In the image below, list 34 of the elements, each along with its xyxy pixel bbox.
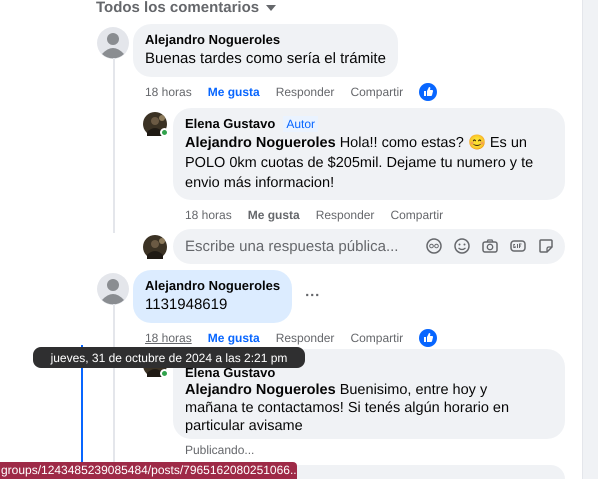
share-link[interactable]: Compartir xyxy=(390,206,444,224)
reply-field[interactable]: Escribe una respuesta pública... xyxy=(173,229,565,264)
reply-text: Alejandro Nogueroles Hola!! como estas? 😊 Es un POLO 0km cuotas de $205mil. Dejame tu numero y te envio más informacion! xyxy=(185,134,534,193)
author-name[interactable]: Alejandro Nogueroles xyxy=(145,277,280,294)
tooltip: jueves, 31 de octubre de 2024 a las 2:21 pm xyxy=(33,347,305,368)
reply-link[interactable]: Responder xyxy=(316,206,374,224)
timestamp-link[interactable]: 18 horas xyxy=(145,83,192,101)
reply-field[interactable] xyxy=(297,465,565,479)
author-name[interactable]: Alejandro Nogueroles xyxy=(145,31,386,48)
like-link[interactable]: Me gusta xyxy=(208,329,260,347)
share-link[interactable]: Compartir xyxy=(350,329,404,347)
like-link[interactable]: Me gusta xyxy=(248,206,300,224)
timestamp-link[interactable]: 18 horas xyxy=(145,329,192,347)
avatar[interactable] xyxy=(143,235,167,259)
like-link[interactable]: Me gusta xyxy=(208,83,260,101)
author-name[interactable]: Elena Gustavo xyxy=(185,116,276,131)
section-title: Todos los comentarios xyxy=(96,0,260,18)
comment-text: Buenas tardes como sería el trámite xyxy=(145,49,386,69)
more-button[interactable]: ··· xyxy=(305,285,320,308)
reply-text: Alejandro Nogueroles Buenisimo, entre hoy y mañana te contactamos! Si tenés algún horario en particular avisame xyxy=(185,381,510,435)
status-url: groups/1243485239085484/posts/7965162080251066... xyxy=(1,462,297,479)
camera-icon[interactable] xyxy=(481,237,499,255)
reply-link[interactable]: Responder xyxy=(276,329,334,347)
timestamp-link[interactable]: 18 horas xyxy=(185,206,232,224)
avatar-sticker-icon[interactable] xyxy=(425,237,443,255)
emoji-icon[interactable] xyxy=(453,237,471,255)
author-badge: Autor xyxy=(283,116,318,132)
comment-text: 1131948619 xyxy=(145,295,228,315)
reply-link[interactable]: Responder xyxy=(276,83,334,101)
sticker-icon[interactable] xyxy=(537,237,555,255)
avatar[interactable] xyxy=(143,112,167,136)
author-name[interactable]: Elena Gustavo xyxy=(185,365,276,380)
share-link[interactable]: Compartir xyxy=(350,83,404,101)
posting-status: Publicando... xyxy=(185,442,254,459)
